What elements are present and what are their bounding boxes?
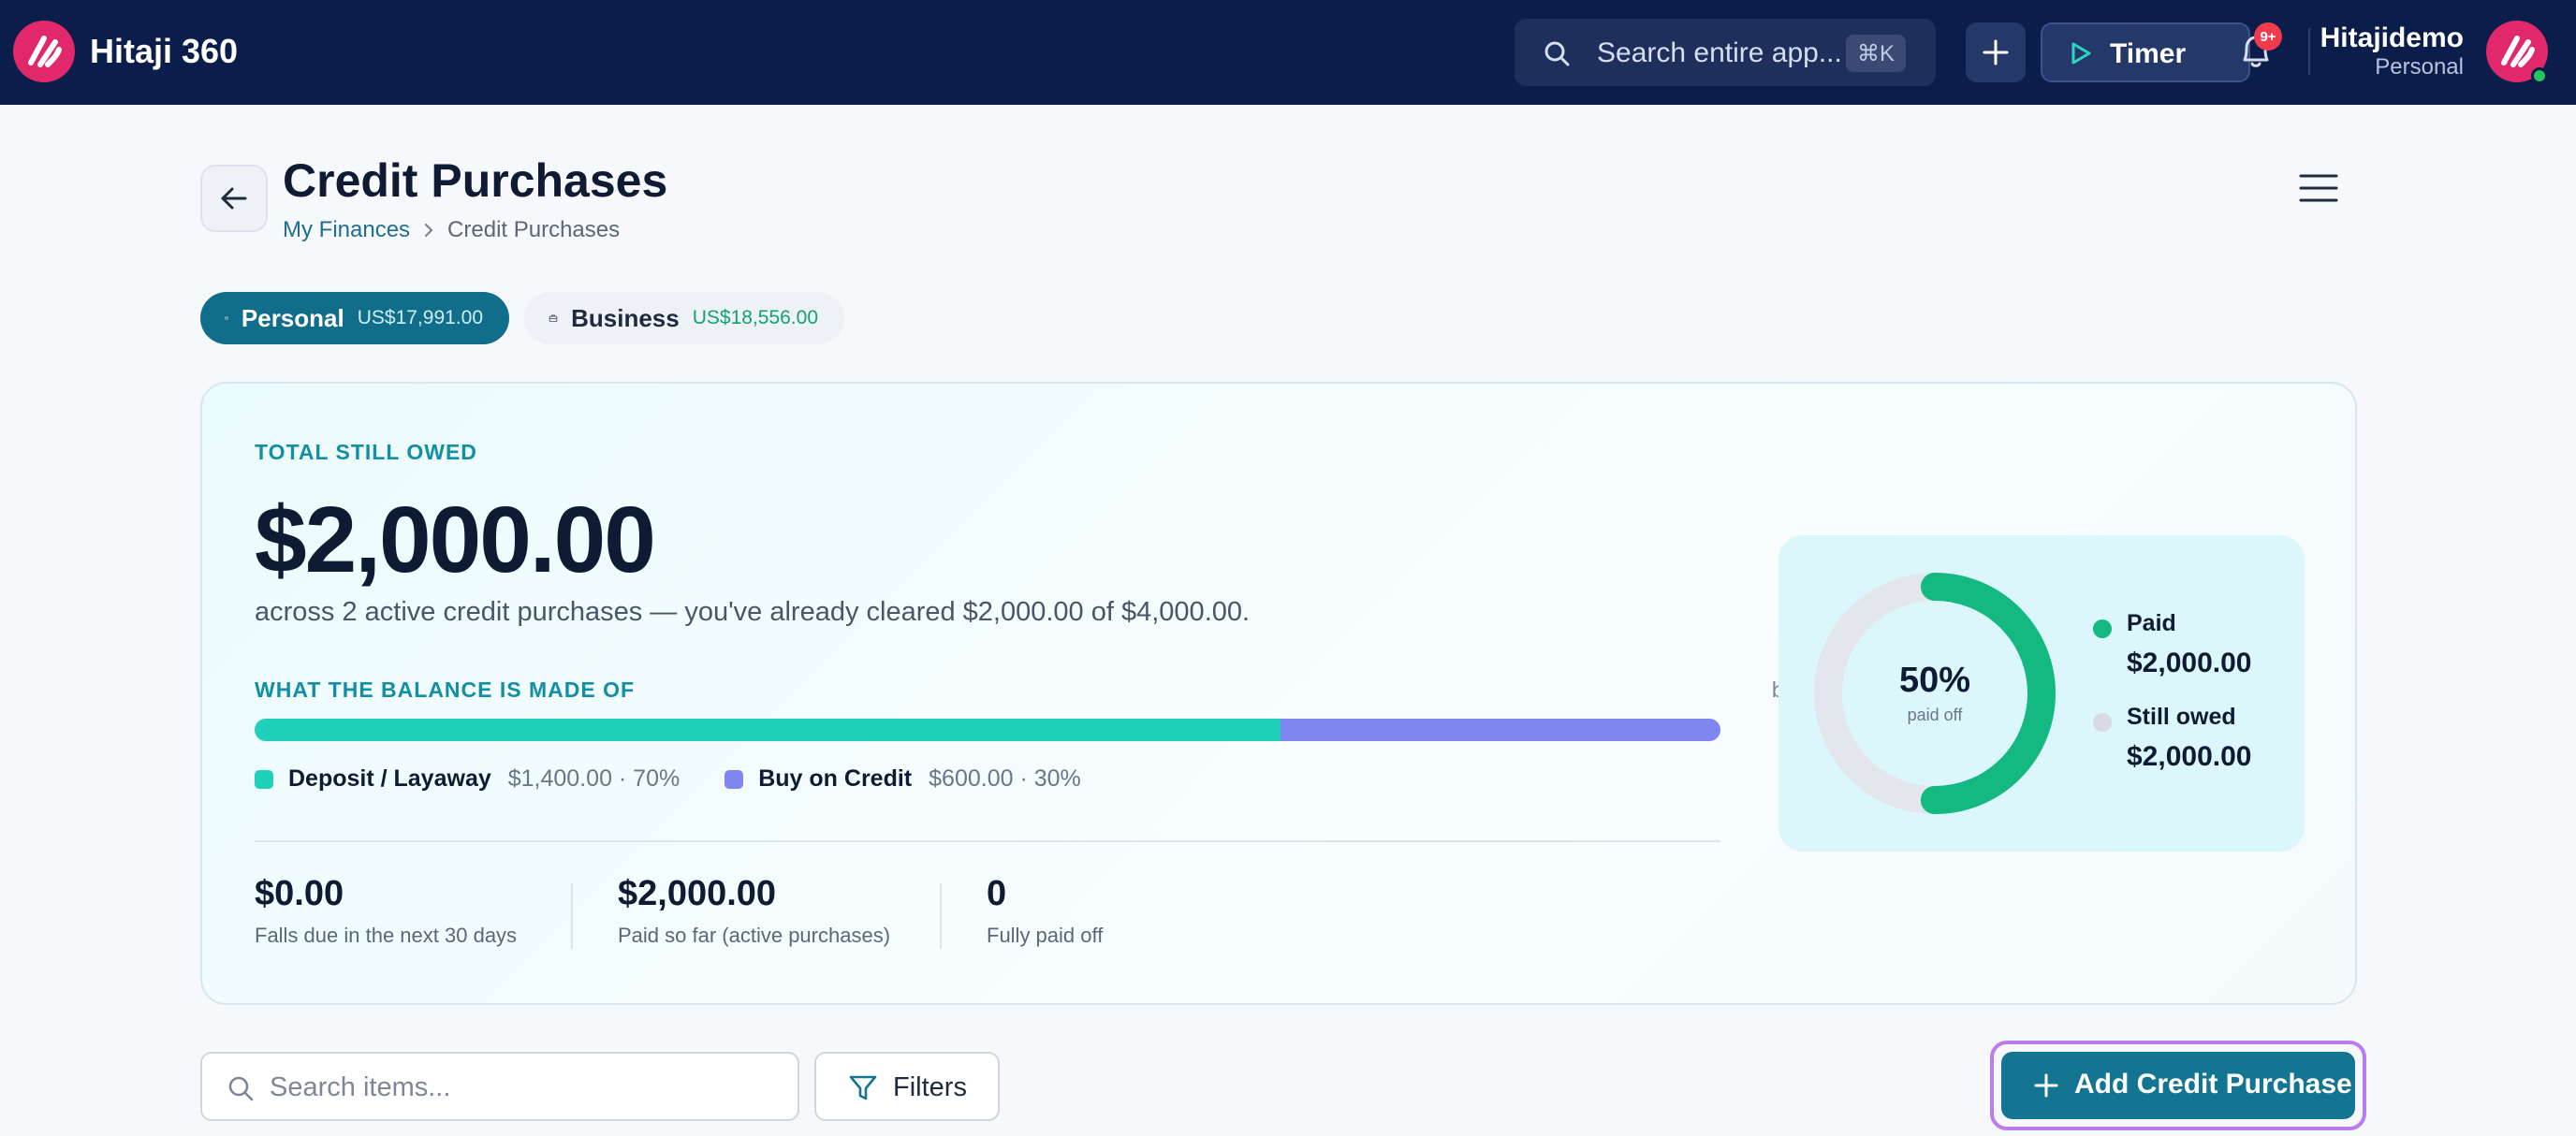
summary-card: TOTAL STILL OWED $2,000.00 across 2 acti… (200, 382, 2357, 1005)
global-search-placeholder: Search entire app... (1597, 37, 1842, 68)
quick-add-button[interactable] (1966, 22, 2026, 82)
logo-mark-icon (28, 36, 62, 67)
timer-button[interactable]: Timer (2041, 22, 2250, 82)
legend-value-credit: $600.00 · 30% (929, 765, 1081, 792)
card-divider (255, 840, 1720, 842)
total-owed-amount: $2,000.00 (255, 488, 656, 592)
app-name: Hitaji 360 (90, 32, 239, 70)
breadcrumb-my-finances[interactable]: My Finances (283, 217, 410, 243)
stat-value: 0 (987, 874, 1007, 913)
tab-personal-amount: US$17,991.00 (357, 307, 483, 328)
legend-name-deposit: Deposit / Layaway (288, 765, 491, 792)
donut-sublabel: paid off (1907, 706, 1963, 724)
search-items-input[interactable]: Search items... (200, 1052, 799, 1121)
total-owed-description: across 2 active credit purchases — you'v… (255, 597, 1251, 627)
user-name[interactable]: Hitajidemo (2320, 22, 2464, 54)
tab-business[interactable]: Business US$18,556.00 (524, 292, 844, 344)
composition-bar (255, 719, 1720, 741)
search-items-placeholder: Search items... (270, 1072, 451, 1102)
plus-icon (1983, 39, 2009, 66)
composition-segment-credit (1281, 719, 1720, 741)
page-menu-button[interactable] (2297, 170, 2340, 206)
search-shortcut-hint: ⌘K (1846, 35, 1906, 72)
page-title: Credit Purchases (283, 154, 668, 207)
legend-value-paid: $2,000.00 (2127, 648, 2252, 678)
stat-separator (571, 883, 573, 949)
search-icon (1543, 39, 1571, 72)
breadcrumb-current: Credit Purchases (447, 217, 621, 242)
arrow-left-icon (221, 187, 247, 210)
stat-value: $0.00 (255, 874, 344, 913)
legend-swatch-credit (724, 769, 744, 789)
wallet-icon (225, 316, 228, 320)
add-credit-purchase-label: Add Credit Purchase (2074, 1069, 2352, 1100)
legend-swatch-deposit (255, 769, 273, 789)
legend-dot-paid (2093, 619, 2112, 638)
topbar-divider (2308, 28, 2310, 75)
filters-button[interactable]: Filters (814, 1052, 1000, 1121)
online-status-dot (2531, 67, 2548, 84)
app-logo[interactable] (13, 21, 75, 82)
chevron-right-icon (424, 223, 433, 238)
legend-value-deposit: $1,400.00 · 70% (507, 765, 681, 792)
avatar-logo-icon (2501, 36, 2535, 67)
composition-title: WHAT THE BALANCE IS MADE OF (255, 677, 636, 702)
hamburger-menu-icon (2299, 174, 2338, 202)
total-owed-eyebrow: TOTAL STILL OWED (255, 440, 477, 464)
stat-paid-so-far: $2,000.00 Paid so far (active purchases) (618, 874, 890, 948)
tab-personal-label: Personal (241, 303, 344, 332)
briefcase-icon (549, 314, 558, 322)
stat-label: Falls due in the next 30 days (255, 924, 518, 947)
tab-business-label: Business (571, 303, 680, 332)
composition-legend: Deposit / Layaway $1,400.00 · 70% Buy on… (255, 765, 1126, 793)
legend-dot-owed (2093, 713, 2112, 732)
add-credit-purchase-button[interactable]: Add Credit Purchase (2001, 1052, 2355, 1119)
search-icon (227, 1074, 255, 1107)
tab-personal[interactable]: Personal US$17,991.00 (200, 292, 509, 344)
stat-fully-paid: 0 Fully paid off (987, 874, 1103, 948)
filter-icon (848, 1074, 878, 1107)
stat-label: Fully paid off (987, 924, 1104, 947)
back-button[interactable] (200, 165, 268, 232)
paid-progress-panel: 50% paid off Paid $2,000.00 Still owed $… (1778, 535, 2305, 852)
user-context: Personal (2375, 54, 2464, 80)
legend-label-paid: Paid (2127, 610, 2176, 636)
legend-value-owed: $2,000.00 (2127, 741, 2252, 772)
stat-value: $2,000.00 (618, 874, 777, 913)
tab-business-amount: US$18,556.00 (692, 307, 818, 328)
filters-label: Filters (893, 1072, 967, 1102)
top-bar: Hitaji 360 Search entire app... ⌘K Timer… (0, 0, 2576, 105)
legend-label-owed: Still owed (2127, 704, 2236, 730)
stat-label: Paid so far (active purchases) (618, 924, 891, 947)
stat-due-30-days: $0.00 Falls due in the next 30 days (255, 874, 517, 948)
composition-segment-deposit (255, 719, 1281, 741)
legend-name-credit: Buy on Credit (758, 765, 913, 792)
notification-count-badge: 9+ (2254, 22, 2282, 51)
timer-label: Timer (2110, 38, 2187, 69)
global-search[interactable]: Search entire app... ⌘K (1515, 19, 1936, 86)
play-icon (2069, 41, 2093, 70)
stat-separator (940, 883, 942, 949)
donut-percent: 50% (1898, 661, 1971, 700)
breadcrumb: My Finances Credit Purchases (283, 217, 620, 243)
plus-icon (2033, 1072, 2059, 1103)
